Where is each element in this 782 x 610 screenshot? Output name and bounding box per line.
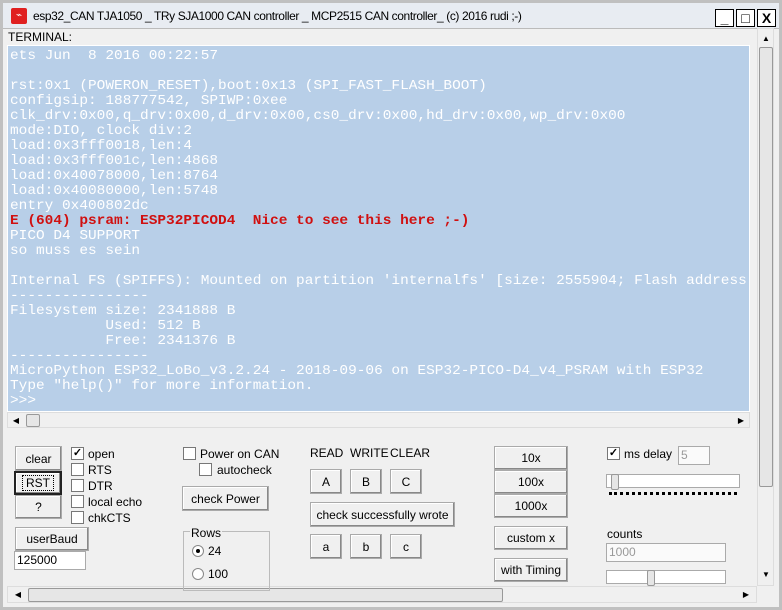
terminal-line: load:0x40080000,len:5748 <box>10 184 219 199</box>
read-c-button[interactable]: c <box>390 534 422 559</box>
rows-24-label: 24 <box>208 544 222 558</box>
scroll-left-icon[interactable]: ◀ <box>8 413 24 429</box>
terminal-label: TERMINAL: <box>8 30 73 44</box>
scroll-left-icon[interactable]: ◀ <box>10 587 26 603</box>
ms-delay-label: ms delay <box>624 447 673 461</box>
rows-24-radio[interactable] <box>192 545 204 557</box>
check-power-button[interactable]: check Power <box>182 486 269 511</box>
rows-group <box>183 531 270 591</box>
rows-100-label: 100 <box>208 567 229 581</box>
rts-checkbox[interactable] <box>71 463 84 476</box>
terminal-line: Filesystem size: 2341888 B <box>10 304 236 319</box>
title-bar: ⌁ esp32_CAN TJA1050 _ TRy SJA1000 CAN co… <box>3 3 779 29</box>
ms-delay-checkbox[interactable]: ✓ <box>607 447 620 460</box>
write-label: WRITE <box>350 446 389 460</box>
minimize-button[interactable]: _ <box>715 9 734 27</box>
scroll-thumb[interactable] <box>26 414 40 427</box>
terminal-line: Internal FS (SPIFFS): Mounted on partiti… <box>10 274 750 289</box>
terminal-line: configsip: 188777542, SPIWP:0xee <box>10 94 288 109</box>
rst-button[interactable]: RST <box>14 471 62 495</box>
ms-delay-slider[interactable] <box>606 474 740 490</box>
rows-group-label: Rows <box>190 526 223 540</box>
app-icon: ⌁ <box>11 8 27 24</box>
terminal-horizontal-scrollbar[interactable]: ◀ ▶ <box>7 412 750 428</box>
read-b-button[interactable]: b <box>350 534 382 559</box>
terminal-line: rst:0x1 (POWERON_RESET),boot:0x13 (SPI_F… <box>10 79 487 94</box>
terminal-line: Used: 512 B <box>10 319 201 334</box>
terminal-line: PICO D4 SUPPORT <box>10 229 141 244</box>
close-button[interactable]: X <box>757 9 776 27</box>
terminal-line: ets Jun 8 2016 00:22:57 <box>10 49 219 64</box>
baud-input[interactable]: 125000 <box>14 551 86 570</box>
autocheck-label: autocheck <box>217 463 272 477</box>
write-b-button[interactable]: B <box>350 469 382 494</box>
check-successfully-wrote-button[interactable]: check successfully wrote <box>310 502 455 527</box>
terminal-line: mode:DIO, clock div:2 <box>10 124 193 139</box>
dtr-label: DTR <box>88 479 113 493</box>
ms-delay-input[interactable]: 5 <box>678 446 710 465</box>
counts-slider[interactable] <box>606 570 726 586</box>
write-c-button[interactable]: C <box>390 469 422 494</box>
maximize-button[interactable]: □ <box>736 9 755 27</box>
scroll-down-icon[interactable]: ▼ <box>758 567 774 583</box>
read-label: READ <box>310 446 344 460</box>
terminal-line: load:0x3fff001c,len:4868 <box>10 154 219 169</box>
terminal-line: load:0x40078000,len:8764 <box>10 169 219 184</box>
rows-100-radio[interactable] <box>192 568 204 580</box>
terminal-line: entry 0x400802dc <box>10 199 149 214</box>
scroll-up-icon[interactable]: ▲ <box>758 31 774 47</box>
power-on-can-label: Power on CAN <box>200 447 280 461</box>
read-a-button[interactable]: a <box>310 534 342 559</box>
local-echo-label: local echo <box>88 495 143 509</box>
local-echo-checkbox[interactable] <box>71 495 84 508</box>
counts-label: counts <box>607 527 643 541</box>
window-vertical-scrollbar[interactable]: ▲ ▼ <box>757 28 774 586</box>
terminal-line: load:0x3fff0018,len:4 <box>10 139 193 154</box>
open-checkbox[interactable]: ✓ <box>71 447 84 460</box>
terminal-line: Type "help()" for more information. <box>10 379 314 394</box>
write-a-button[interactable]: A <box>310 469 342 494</box>
terminal-output[interactable]: ets Jun 8 2016 00:22:57 rst:0x1 (POWERON_… <box>7 45 750 412</box>
clear-button[interactable]: clear <box>15 446 62 471</box>
help-button[interactable]: ? <box>15 495 62 519</box>
1000x-button[interactable]: 1000x <box>494 494 568 518</box>
ms-delay-slider-thumb[interactable] <box>611 474 619 490</box>
terminal-line: clk_drv:0x00,q_drv:0x00,d_drv:0x00,cs0_d… <box>10 109 626 124</box>
10x-button[interactable]: 10x <box>494 446 568 470</box>
userbaud-button[interactable]: userBaud <box>15 527 89 551</box>
terminal-error-line: E (604) psram: ESP32PICOD4 Nice to see t… <box>10 214 470 229</box>
vertical-scroll-thumb[interactable] <box>759 47 773 487</box>
scroll-right-icon[interactable]: ▶ <box>733 413 749 429</box>
100x-button[interactable]: 100x <box>494 470 568 494</box>
terminal-line: so muss es sein <box>10 244 141 259</box>
dtr-checkbox[interactable] <box>71 479 84 492</box>
terminal-line: MicroPython ESP32_LoBo_v3.2.24 - 2018-09… <box>10 364 704 379</box>
terminal-line: >>> <box>10 394 37 409</box>
counts-input[interactable]: 1000 <box>606 543 726 562</box>
rst-button-label: RST <box>22 475 54 491</box>
autocheck-checkbox[interactable] <box>199 463 212 476</box>
custom-x-button[interactable]: custom x <box>494 526 568 550</box>
rts-label: RTS <box>88 463 112 477</box>
scroll-right-icon[interactable]: ▶ <box>738 587 754 603</box>
window-horizontal-scrollbar[interactable]: ◀ ▶ <box>7 586 757 603</box>
chkcts-checkbox[interactable] <box>71 511 84 524</box>
chkcts-label: chkCTS <box>88 511 131 525</box>
power-on-can-checkbox[interactable] <box>183 447 196 460</box>
window-title: esp32_CAN TJA1050 _ TRy SJA1000 CAN cont… <box>33 9 522 23</box>
slider-ticks <box>609 492 737 495</box>
terminal-line: ---------------- <box>10 289 149 304</box>
open-label: open <box>88 447 115 461</box>
with-timing-button[interactable]: with Timing <box>494 558 568 582</box>
terminal-line: Free: 2341376 B <box>10 334 236 349</box>
terminal-line: ---------------- <box>10 349 149 364</box>
counts-slider-thumb[interactable] <box>647 570 655 586</box>
clear-label: CLEAR <box>390 446 431 460</box>
